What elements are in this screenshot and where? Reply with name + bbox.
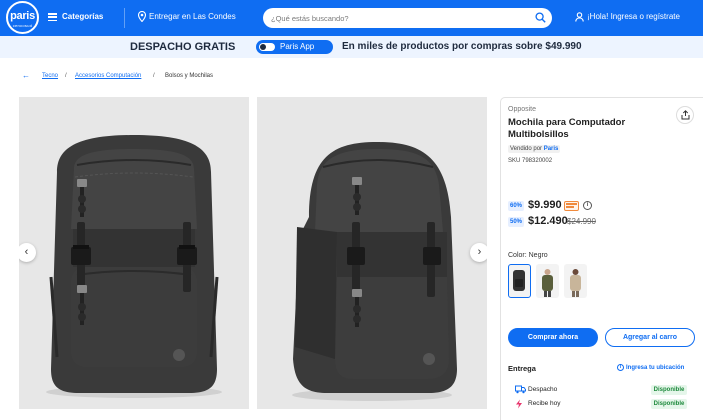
product-info-panel: Opposite Mochila para Computador Multibo… [500,97,703,420]
gallery-next-button[interactable]: › [470,243,487,262]
buy-now-button[interactable]: Comprar ahora [508,328,598,347]
discount-badge: 50% [508,217,524,227]
status-badge: Disponible [651,385,687,395]
color-swatch-black[interactable] [508,264,531,298]
share-icon [681,110,690,120]
seller-prefix: Vendido por [510,146,543,152]
breadcrumb-separator: / [65,73,67,79]
back-arrow-icon[interactable]: ← [22,72,30,80]
info-icon: i [617,364,624,371]
delivery-title: Entrega [508,364,536,373]
product-image-front[interactable]: ‹ [19,97,249,409]
add-to-cart-button[interactable]: Agregar al carro [605,328,695,347]
enter-location-label: Ingresa tu ubicación [626,365,685,372]
product-title: Mochila para Computador Multibolsillos [508,117,626,140]
search-icon[interactable] [535,12,546,23]
regular-price: $12.490 [528,215,568,227]
categories-button[interactable]: Categorías [62,12,103,21]
top-header: paris cencosud Categorías Entregar en La… [0,0,703,36]
discount-badge: 60% [508,201,524,211]
truck-icon [515,385,526,394]
delivery-option-label: Recibe hoy [528,400,561,407]
credit-card-icon [564,201,579,211]
info-icon[interactable]: i [583,201,592,210]
share-button[interactable] [676,106,694,124]
paris-logo[interactable]: paris cencosud [6,1,39,34]
search-input[interactable] [271,11,531,25]
seller-badge: Vendido por Paris [508,145,561,153]
delivery-option-despacho: Despacho Disponible [508,384,696,396]
card-price: $9.990 [528,199,562,211]
promo-text: En miles de productos por compras sobre … [342,41,582,52]
paris-app-pill: Paris App [256,40,333,54]
promo-title: DESPACHO GRATIS [130,41,236,53]
breadcrumb-current: Bolsos y Mochilas [165,73,214,79]
user-icon [575,12,584,22]
status-badge: Disponible [651,399,687,409]
original-price: $24.990 [567,217,596,226]
enter-location-link[interactable]: i Ingresa tu ubicación [617,364,684,371]
logo-subtext: cencosud [12,23,33,28]
delivery-option-label: Despacho [528,386,558,393]
lightning-icon [516,399,522,409]
product-image-angle[interactable]: › [257,97,487,409]
color-swatch-beige[interactable] [564,264,587,298]
search-bar [263,8,552,28]
product-sku: SKU 798320002 [508,158,553,164]
menu-icon[interactable] [48,13,57,22]
header-divider [124,8,125,28]
color-swatch-olive[interactable] [536,264,559,298]
toggle-icon [259,43,275,51]
breadcrumb-link-accesorios[interactable]: Accesorios Computación [75,73,141,79]
breadcrumb-link-tecno[interactable]: Tecno [42,73,58,79]
logo-text: paris [10,10,35,22]
location-pin-icon [138,11,146,22]
product-brand[interactable]: Opposite [508,106,536,113]
login-link[interactable]: ¡Hola! Ingresa o regístrate [587,12,680,21]
color-label: Color: Negro [508,252,548,259]
delivery-location-button[interactable]: Entregar en Las Condes [149,12,236,21]
seller-name[interactable]: Paris [544,146,559,152]
breadcrumb-separator: / [153,73,155,79]
promo-banner[interactable]: DESPACHO GRATIS Paris App En miles de pr… [0,36,703,58]
paris-app-label: Paris App [280,42,315,51]
delivery-option-recibe-hoy: Recibe hoy Disponible [508,398,696,410]
